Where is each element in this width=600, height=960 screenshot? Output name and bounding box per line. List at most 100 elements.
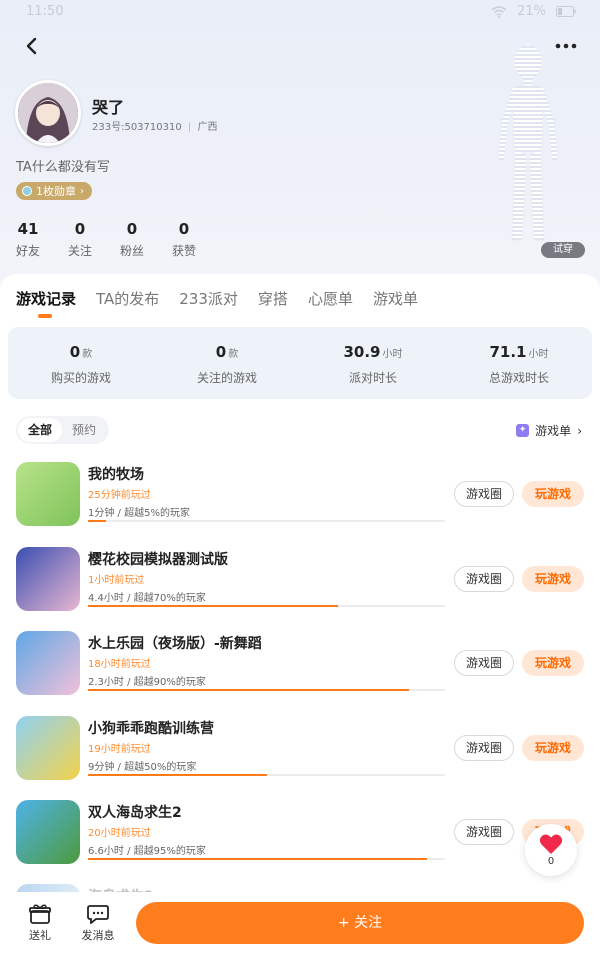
tab-party[interactable]: 233派对 bbox=[179, 288, 238, 318]
summary-purchased: 0款 购买的游戏 bbox=[8, 327, 154, 399]
status-time: 11:50 bbox=[26, 4, 64, 19]
gift-label: 送礼 bbox=[29, 929, 51, 942]
playtime-progress-fill bbox=[88, 858, 428, 860]
stat-fans[interactable]: 0 粉丝 bbox=[106, 220, 158, 259]
like-button[interactable]: 0 bbox=[525, 824, 577, 876]
medal-icon bbox=[22, 186, 32, 196]
summary-value: 71.1 bbox=[489, 343, 527, 361]
avatar-image bbox=[18, 83, 78, 143]
game-circle-button[interactable]: 游戏圈 bbox=[454, 650, 514, 676]
game-last-played: 19小时前玩过 bbox=[88, 744, 151, 755]
profile-stats: 41 好友 0 关注 0 粉丝 0 获赞 bbox=[0, 220, 210, 259]
game-list-link[interactable]: ✦ 游戏单 › bbox=[516, 422, 582, 439]
summary-label: 派对时长 bbox=[348, 371, 397, 385]
summary-party-time: 30.9 小时 派对时长 bbox=[300, 327, 446, 399]
user-id: 233号:503710310 bbox=[92, 122, 182, 133]
avatar[interactable] bbox=[15, 80, 81, 146]
chevron-right-icon: › bbox=[577, 423, 582, 438]
game-list-icon: ✦ bbox=[516, 424, 530, 437]
stat-label: 好友 bbox=[15, 244, 40, 258]
game-icon[interactable] bbox=[16, 800, 80, 864]
follow-button[interactable]: + 关注 bbox=[136, 902, 584, 944]
avatar-3d-figure[interactable] bbox=[488, 40, 568, 250]
gift-button[interactable]: 送礼 bbox=[20, 904, 60, 943]
medal-badge[interactable]: 1枚勋章 › bbox=[16, 182, 92, 200]
stat-value: 0 bbox=[74, 220, 86, 238]
game-name: 小狗乖乖跑酷训练营 bbox=[88, 721, 214, 737]
message-button[interactable]: 发消息 bbox=[78, 904, 118, 943]
wifi-icon bbox=[491, 5, 507, 18]
game-name: 樱花校园模拟器测试版 bbox=[88, 552, 228, 568]
tab-outfits[interactable]: 穿搭 bbox=[258, 288, 288, 318]
summary-label: 购买的游戏 bbox=[50, 371, 111, 385]
user-region: 广西 bbox=[197, 122, 218, 133]
stat-friends[interactable]: 41 好友 bbox=[2, 220, 54, 259]
game-icon[interactable] bbox=[16, 631, 80, 695]
game-icon[interactable] bbox=[16, 716, 80, 780]
stat-following[interactable]: 0 关注 bbox=[54, 220, 106, 259]
play-game-button[interactable]: 玩游戏 bbox=[522, 650, 584, 676]
game-name: 我的牧场 bbox=[88, 467, 144, 483]
game-last-played: 18小时前玩过 bbox=[88, 659, 151, 670]
game-circle-button[interactable]: 游戏圈 bbox=[454, 735, 514, 761]
tab-game-lists[interactable]: 游戏单 bbox=[373, 288, 418, 318]
filter-reserve[interactable]: 预约 bbox=[62, 418, 106, 442]
try-on-button[interactable]: 试穿 bbox=[541, 242, 585, 258]
status-indicators: 21% bbox=[491, 4, 576, 19]
bottom-action-bar: 送礼 发消息 + 关注 bbox=[0, 892, 600, 960]
stat-likes[interactable]: 0 获赞 bbox=[158, 220, 210, 259]
summary-total-time: 71.1 小时 总游戏时长 bbox=[446, 327, 592, 399]
game-circle-button[interactable]: 游戏圈 bbox=[454, 819, 514, 845]
game-row[interactable]: 樱花校园模拟器测试版 1小时前玩过 4.4小时 / 超越70%的玩家 游戏圈 玩游戏 bbox=[0, 547, 600, 623]
game-circle-button[interactable]: 游戏圈 bbox=[454, 481, 514, 507]
tab-wishlist[interactable]: 心愿单 bbox=[308, 288, 353, 318]
game-last-played: 20小时前玩过 bbox=[88, 828, 151, 839]
game-icon[interactable] bbox=[16, 462, 80, 526]
filter-all[interactable]: 全部 bbox=[18, 418, 62, 442]
playtime-progress-fill bbox=[88, 689, 410, 691]
game-playtime-detail: 6.6小时 / 超越95%的玩家 bbox=[88, 846, 206, 857]
game-row[interactable]: 水上乐园（夜场版）-新舞蹈 18小时前玩过 2.3小时 / 超越90%的玩家 游戏圈玩… bbox=[0, 631, 600, 707]
filter-toggle: 全部 预约 bbox=[16, 416, 109, 444]
summary-unit: 小时 bbox=[528, 349, 549, 360]
summary-value: 30.9 bbox=[343, 343, 381, 361]
playtime-progress-fill bbox=[88, 520, 106, 522]
game-last-played: 25分钟前玩过 bbox=[88, 490, 151, 501]
game-playtime-detail: 1分钟 / 超越5%的玩家 bbox=[88, 508, 190, 519]
stat-value: 0 bbox=[126, 220, 138, 238]
summary-unit: 小时 bbox=[382, 349, 403, 360]
status-bar: 11:50 21% bbox=[0, 0, 600, 26]
summary-followed: 0款 关注的游戏 bbox=[154, 327, 300, 399]
profile-header: 11:50 21% 哭了 233号:503710310 | 广西 TA什么都没有… bbox=[0, 0, 600, 300]
game-name: 双人海岛求生2 bbox=[88, 805, 182, 821]
gift-icon bbox=[29, 904, 51, 924]
game-last-played: 1小时前玩过 bbox=[88, 575, 145, 586]
username: 哭了 bbox=[92, 98, 125, 117]
back-button[interactable] bbox=[20, 34, 44, 58]
game-playtime-detail: 9分钟 / 超越50%的玩家 bbox=[88, 762, 197, 773]
summary-label: 总游戏时长 bbox=[488, 371, 549, 385]
game-circle-button[interactable]: 游戏圈 bbox=[454, 566, 514, 592]
game-row[interactable]: 双人海岛求生220小时前玩过6.6小时 / 超越95%的玩家游戏圈玩游戏 bbox=[0, 800, 600, 876]
tab-posts[interactable]: TA的发布 bbox=[96, 288, 159, 318]
play-game-button[interactable]: 玩游戏 bbox=[522, 566, 584, 592]
game-summary: 0款 购买的游戏 0款 关注的游戏 30.9 小时 派对时长 71.1 小时 总游戏… bbox=[8, 327, 592, 399]
summary-unit: 款 bbox=[82, 349, 93, 360]
game-icon[interactable] bbox=[16, 547, 80, 611]
bio: TA什么都没有写 bbox=[16, 160, 110, 175]
summary-label: 关注的游戏 bbox=[196, 371, 257, 385]
play-game-button[interactable]: 玩游戏 bbox=[522, 481, 584, 507]
game-row[interactable]: 小狗乖乖跑酷训练营 19小时前玩过 9分钟 / 超越50%的玩家 游戏圈 玩游戏 bbox=[0, 716, 600, 792]
battery-icon bbox=[556, 6, 576, 17]
heart-icon bbox=[539, 834, 563, 854]
summary-value: 0 bbox=[69, 343, 81, 361]
playtime-progress-bar bbox=[88, 605, 445, 607]
play-game-button[interactable]: 玩游戏 bbox=[522, 735, 584, 761]
summary-value: 0 bbox=[215, 343, 227, 361]
battery-text: 21% bbox=[517, 4, 546, 19]
playtime-progress-bar bbox=[88, 689, 445, 691]
game-row[interactable]: 我的牧场 25分钟前玩过 1分钟 / 超越5%的玩家 游戏圈 玩游戏 bbox=[0, 462, 600, 538]
stat-label: 获赞 bbox=[171, 244, 196, 258]
message-label: 发消息 bbox=[81, 929, 115, 942]
stat-value: 41 bbox=[17, 220, 39, 238]
